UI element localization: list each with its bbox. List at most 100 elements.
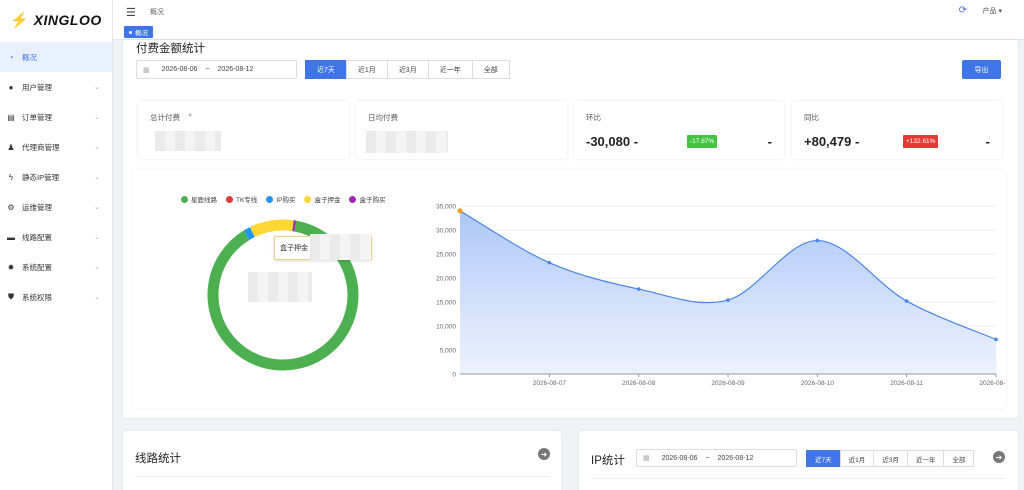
stat-total: 总计付费 ● — [138, 101, 349, 159]
export-button[interactable]: 导出 — [962, 60, 1001, 79]
breadcrumb: 概况 — [149, 9, 164, 16]
data-point[interactable] — [904, 299, 909, 303]
dashboard-icon: ◔ — [8, 52, 14, 62]
tag-overview[interactable]: 概况 — [124, 26, 153, 38]
x-tick-label: 2026-08-07 — [533, 380, 567, 387]
divider — [591, 478, 1005, 479]
legend-label: 星鹿线路 — [191, 197, 217, 204]
stat-daily: 日均付费 — [356, 101, 567, 159]
range-1y-button[interactable]: 近一年 — [906, 450, 945, 467]
chevron-down-icon: ⌄ — [94, 144, 100, 151]
legend-item[interactable]: IP购买 — [266, 194, 295, 204]
sidebar-item-system-config[interactable]: ✹ 系统配置 ⌄ — [0, 252, 112, 282]
sidebar-item-routes[interactable]: ▬ 线路配置 ⌄ — [0, 222, 112, 252]
legend-label: 盒子押金 — [314, 197, 341, 204]
arrow-right-icon[interactable]: ➜ — [538, 448, 550, 460]
sidebar-item-static-ip[interactable]: ϟ 静态IP管理 ⌄ — [0, 162, 112, 192]
ip-date-range-picker[interactable]: ▦ 2026-08-06 ~ 2026-08-12 — [636, 449, 797, 467]
range-3m-button[interactable]: 近3月 — [386, 60, 429, 79]
area-chart: 35,000 30,000 25,000 20,000 15,000 10,000 5,00… — [436, 204, 1006, 388]
chevron-down-icon: ⌄ — [94, 84, 100, 91]
range-7d-button[interactable]: 近7天 — [806, 450, 841, 467]
stat-yoy: 同比 +80,479 - +132.61% - — [792, 101, 1002, 159]
sidebar-item-label: 运维管理 — [22, 202, 52, 212]
redacted-tooltip-value — [310, 234, 370, 260]
legend-label: IP购买 — [276, 197, 296, 204]
y-tick-label: 15,000 — [436, 300, 456, 307]
legend-item[interactable]: 盒子购买 — [349, 194, 385, 204]
data-point[interactable] — [994, 337, 998, 342]
data-point[interactable] — [457, 208, 463, 214]
sidebar-item-ops[interactable]: ⚙ 运维管理 ⌄ — [0, 192, 112, 222]
tag-dot-icon — [129, 30, 132, 34]
x-tick-label: 2026-08-10 — [801, 380, 835, 387]
y-tick-label: 20,000 — [436, 276, 456, 283]
sidebar-item-label: 用户管理 — [22, 82, 52, 92]
page-title: 付费金额统计 — [136, 43, 205, 55]
sidebar-item-label: 系统权限 — [22, 292, 52, 302]
tag-bar: 概况 — [113, 24, 1024, 40]
arrow-right-icon[interactable]: ➜ — [993, 451, 1005, 463]
y-tick-label: 25,000 — [436, 252, 456, 259]
sidebar-item-overview[interactable]: ◔ 概况 — [0, 42, 112, 72]
sidebar-item-orders[interactable]: ▤ 订单管理 ⌄ — [0, 102, 112, 132]
date-to: 2026-08-12 — [217, 66, 254, 73]
donut-slice[interactable] — [249, 219, 294, 238]
legend-dot — [304, 195, 312, 203]
route-icon: ▬ — [7, 232, 15, 242]
sidebar-item-permissions[interactable]: ⛊ 系统权限 ⌄ — [0, 282, 112, 312]
agent-icon: ♟ — [7, 142, 15, 152]
legend-label: 盒子购买 — [359, 197, 386, 204]
sidebar: ⚡ XINGLOO ◔ 概况 ● 用户管理 ⌄ ▤ 订单管理 ⌄ ♟ 代理商管理… — [0, 0, 113, 490]
shield-icon: ⛊ — [8, 292, 14, 301]
date-from: 2026-08-06 — [661, 454, 698, 462]
redacted-center-value — [248, 272, 312, 302]
stat-value: -30,080 - — [586, 134, 639, 149]
help-icon[interactable]: ● — [188, 112, 192, 119]
sidebar-item-agents[interactable]: ♟ 代理商管理 ⌄ — [0, 132, 112, 162]
legend-label: TK专线 — [236, 197, 258, 204]
date-separator: ~ — [205, 66, 210, 73]
data-point[interactable] — [547, 260, 552, 265]
ip-stats-card: IP统计 ▦ 2026-08-06 ~ 2026-08-12 近7天 近1月 近… — [579, 431, 1018, 490]
range-1m-button[interactable]: 近1月 — [839, 450, 875, 467]
calendar-icon: ▦ — [643, 455, 650, 462]
legend-item[interactable]: 星鹿线路 — [181, 194, 217, 204]
range-1m-button[interactable]: 近1月 — [345, 60, 388, 79]
product-dropdown[interactable]: 产品 ▾ — [983, 6, 1002, 16]
data-point[interactable] — [815, 238, 820, 243]
stat-mom: 环比 -30,080 - -17.87% - — [574, 101, 784, 159]
line-stats-title: 线路统计 — [135, 453, 181, 465]
menu-toggle-icon[interactable]: ☰ — [126, 6, 136, 19]
area-fill — [460, 210, 996, 374]
data-point[interactable] — [636, 287, 641, 291]
date-range-picker[interactable]: ▦ 2026-08-06 ~ 2026-08-12 — [136, 60, 297, 79]
y-tick-label: 5,000 — [440, 348, 457, 355]
sidebar-item-label: 订单管理 — [22, 112, 52, 122]
legend-item[interactable]: TK专线 — [226, 194, 257, 204]
calendar-icon: ▦ — [143, 66, 150, 74]
change-badge: +132.61% — [903, 135, 939, 148]
ip-range-selector: 近7天 近1月 近3月 近一年 全部 — [806, 450, 975, 469]
divider — [135, 476, 549, 477]
sidebar-item-label: 系统配置 — [22, 262, 52, 272]
chevron-down-icon: ⌄ — [94, 234, 100, 241]
range-3m-button[interactable]: 近3月 — [873, 450, 908, 467]
legend-item[interactable]: 盒子押金 — [304, 194, 340, 204]
sidebar-item-users[interactable]: ● 用户管理 ⌄ — [0, 72, 112, 102]
top-header: ☰ 概况 ⟳ 产品 ▾ — [113, 0, 1024, 24]
donut-slice[interactable] — [243, 227, 255, 240]
range-all-button[interactable]: 全部 — [471, 60, 510, 79]
range-1y-button[interactable]: 近一年 — [427, 60, 473, 79]
logo-icon: ⚡ — [10, 12, 29, 29]
legend-dot — [181, 195, 188, 203]
stat-tail: - — [767, 134, 772, 149]
refresh-icon[interactable]: ⟳ — [959, 5, 967, 16]
legend-dot — [266, 195, 274, 203]
range-selector: 近7天 近1月 近3月 近一年 全部 — [305, 60, 510, 79]
data-point[interactable] — [726, 298, 730, 302]
logo[interactable]: ⚡ XINGLOO — [0, 0, 112, 40]
range-all-button[interactable]: 全部 — [943, 450, 975, 467]
range-7d-button[interactable]: 近7天 — [305, 60, 347, 79]
redacted-value — [366, 131, 448, 153]
